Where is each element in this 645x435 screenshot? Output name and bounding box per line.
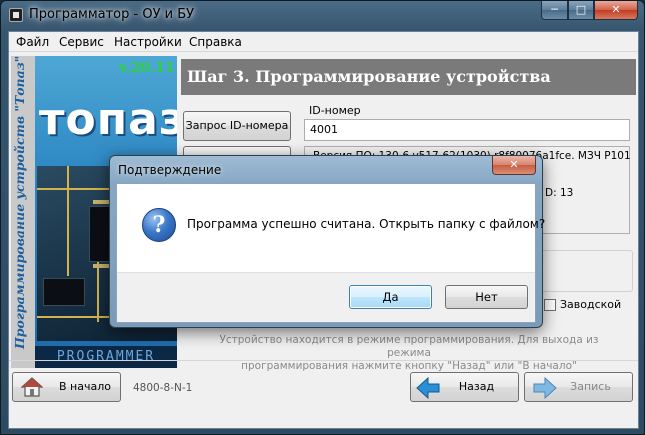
minimize-button[interactable]: ─ — [541, 1, 568, 20]
trace-graphic — [67, 166, 69, 276]
arrow-right-icon — [533, 377, 557, 399]
factory-checkbox[interactable] — [544, 299, 556, 311]
step-title: Шаг 3. Программирование устройства — [181, 59, 636, 95]
menu-service[interactable]: Сервис — [59, 35, 104, 49]
window-title: Программатор - ОУ и БУ — [29, 7, 195, 22]
dialog-title: Подтверждение — [118, 163, 222, 177]
id-field-label: ID-номер — [309, 104, 361, 117]
menu-file[interactable]: Файл — [16, 35, 49, 49]
banner-footer: PROGRAMMER — [35, 346, 177, 368]
back-button-label: Назад — [458, 380, 495, 393]
arrow-left-icon — [416, 377, 440, 399]
app-icon — [9, 8, 23, 22]
menu-bar: Файл Сервис Настройки Справка — [9, 32, 638, 52]
no-button[interactable]: Нет — [445, 285, 528, 309]
dialog-body: ? Программа успешно считана. Открыть пап… — [116, 183, 545, 323]
port-settings: 4800-8-N-1 — [133, 382, 193, 394]
banner-logo: топаз — [39, 94, 177, 145]
banner-version: v.20.11 — [119, 60, 175, 76]
title-bar[interactable]: Программатор - ОУ и БУ ─ □ ✕ — [1, 1, 644, 31]
confirmation-dialog: Подтверждение ✕ ? Программа успешно счит… — [109, 155, 545, 328]
status-line-1: Устройство находится в режиме программир… — [219, 334, 599, 359]
bottom-separator — [9, 360, 638, 361]
close-button[interactable]: ✕ — [594, 1, 638, 20]
device-info-value: D: 13 — [545, 187, 574, 199]
write-button[interactable]: Запись — [524, 372, 633, 402]
back-button[interactable]: Назад — [410, 372, 519, 402]
chip-graphic — [43, 278, 85, 306]
write-button-label: Запись — [570, 380, 611, 393]
banner-vertical-title: Программирование устройств "Топаз" — [12, 56, 27, 349]
request-id-button[interactable]: Запрос ID-номера — [183, 111, 291, 141]
home-icon — [21, 377, 43, 397]
id-number-input[interactable]: 4001 — [304, 119, 630, 141]
home-button-label: В начало — [59, 380, 111, 393]
status-message: Устройство находится в режиме программир… — [199, 334, 619, 373]
yes-button[interactable]: Да — [349, 285, 432, 309]
factory-checkbox-label: Заводской — [560, 298, 622, 311]
menu-help[interactable]: Справка — [189, 35, 242, 49]
home-button[interactable]: В начало — [12, 372, 121, 402]
trace-graphic — [97, 262, 99, 322]
dialog-close-button[interactable]: ✕ — [492, 156, 536, 175]
dialog-footer: Да Нет — [117, 272, 535, 322]
window-controls: ─ □ ✕ — [541, 1, 638, 21]
maximize-button[interactable]: □ — [568, 1, 594, 20]
menu-settings[interactable]: Настройки — [114, 35, 182, 49]
dialog-message: Программа успешно считана. Открыть папку… — [187, 217, 546, 231]
question-icon: ? — [142, 208, 176, 242]
